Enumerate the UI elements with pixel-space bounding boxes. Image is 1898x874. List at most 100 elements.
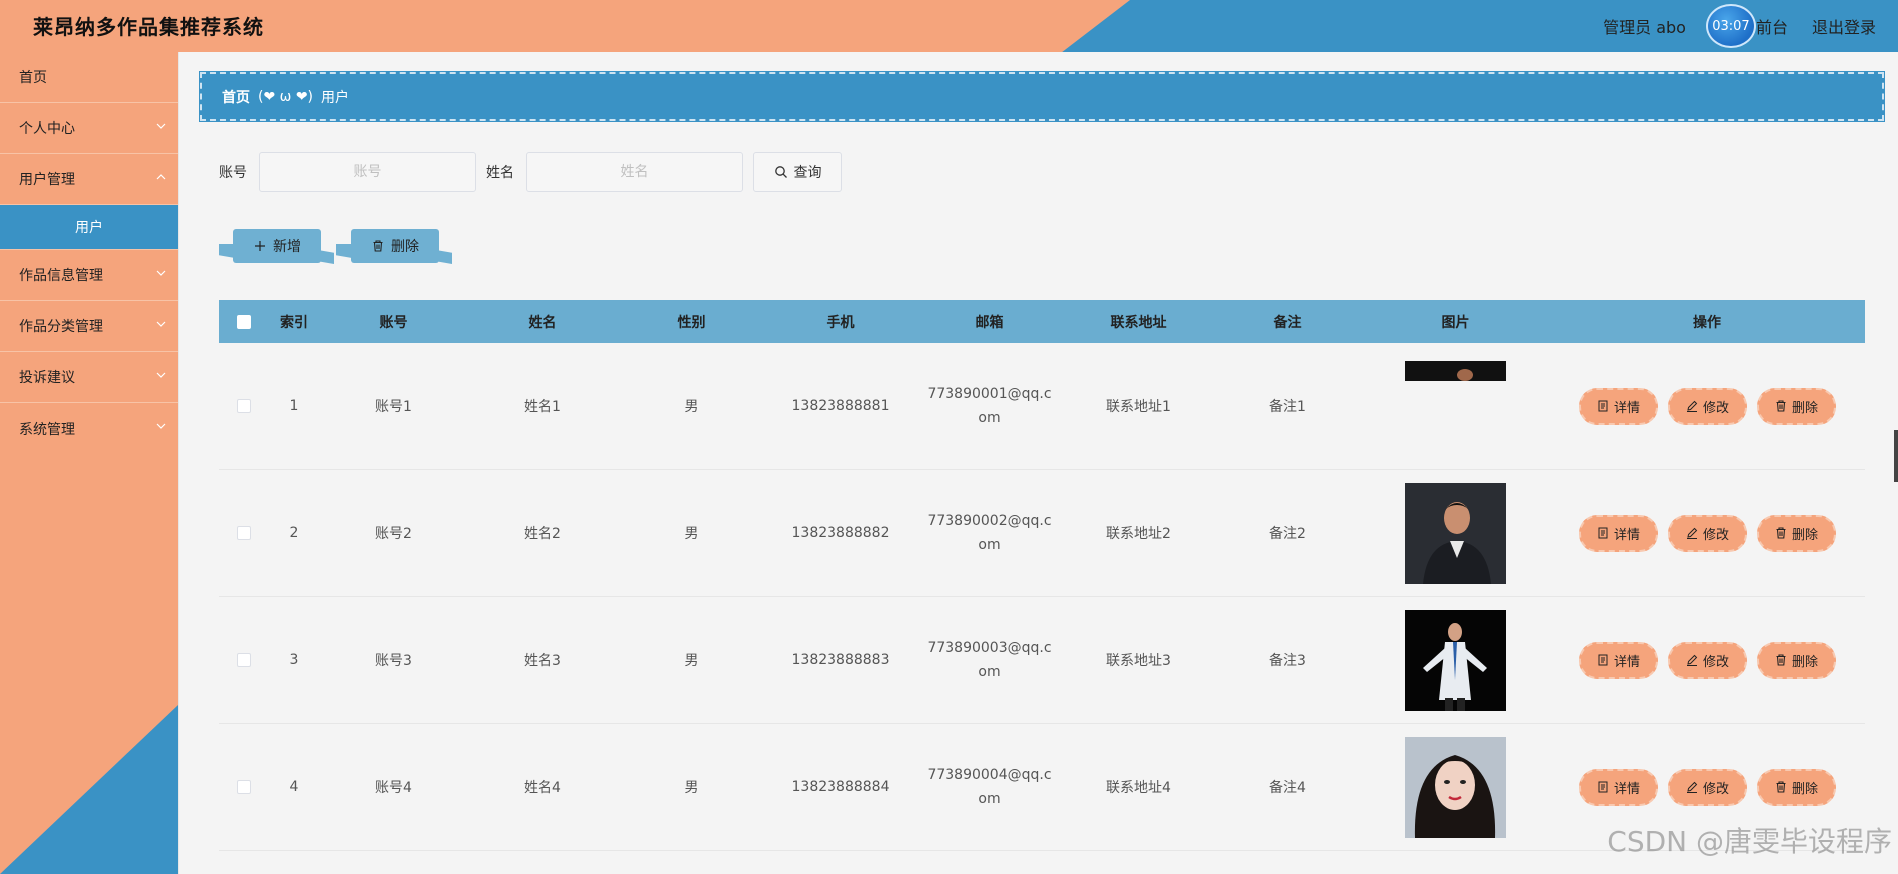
add-ribbon-end xyxy=(318,250,334,264)
edit-icon xyxy=(1686,654,1698,666)
plus-icon xyxy=(255,241,265,251)
row-checkbox[interactable] xyxy=(237,780,251,794)
cell-address: 联系地址4 xyxy=(1106,780,1171,796)
edit-label: 修改 xyxy=(1702,654,1729,670)
chevron-down-icon xyxy=(156,372,166,378)
cell-note: 备注4 xyxy=(1269,780,1306,796)
row-checkbox[interactable] xyxy=(237,653,251,667)
query-button-label: 查询 xyxy=(793,165,822,181)
user-photo xyxy=(1405,482,1506,584)
sidebar-corner-decoration xyxy=(0,704,178,874)
detail-label: 详情 xyxy=(1613,400,1640,416)
row-checkbox[interactable] xyxy=(237,526,251,540)
cell-sex: 男 xyxy=(684,399,699,415)
search-icon xyxy=(774,166,787,178)
cell-phone: 13823888881 xyxy=(791,398,890,414)
add-button-label: 新增 xyxy=(273,239,301,255)
cell-note: 备注2 xyxy=(1269,526,1306,542)
user-photo xyxy=(1405,736,1506,838)
detail-button[interactable]: 详情 xyxy=(1578,514,1658,552)
delete-button[interactable]: 删除 xyxy=(1756,768,1836,806)
detail-label: 详情 xyxy=(1613,654,1640,670)
col-header-account: 账号 xyxy=(379,314,408,331)
edit-icon xyxy=(1686,781,1698,793)
edit-button[interactable]: 修改 xyxy=(1667,514,1747,552)
chevron-up-icon xyxy=(156,174,166,180)
chevron-down-icon xyxy=(156,423,166,429)
delete-button[interactable]: 删除 xyxy=(1756,641,1836,679)
delete-ribbon-tail xyxy=(336,244,352,258)
delete-button[interactable]: 删除 xyxy=(1756,514,1836,552)
logout-link[interactable]: 退出登录 xyxy=(1812,14,1876,38)
name-search-input[interactable] xyxy=(526,152,743,192)
sidebar: 首页 个人中心 用户管理 用户 作品信息管理 作品分类管理 投诉建议 系统管理 xyxy=(0,52,179,874)
trash-icon xyxy=(1776,400,1786,412)
cell-email: 773890004@qq.com xyxy=(927,767,1052,807)
app-title: 莱昂纳多作品集推荐系统 xyxy=(33,15,264,39)
batch-delete-button-label: 删除 xyxy=(391,239,419,255)
delete-label: 删除 xyxy=(1791,400,1818,416)
scrollbar-handle[interactable] xyxy=(1894,430,1898,482)
cell-index: 1 xyxy=(289,398,299,414)
clock-badge: 03:07 xyxy=(1705,4,1756,48)
photo-placeholder-icon xyxy=(1405,360,1506,381)
sidebar-item-label: 首页 xyxy=(19,70,47,86)
detail-button[interactable]: 详情 xyxy=(1578,387,1658,425)
sidebar-item-home[interactable]: 首页 xyxy=(0,52,178,103)
cell-account: 账号4 xyxy=(375,780,412,796)
delete-button[interactable]: 删除 xyxy=(1756,387,1836,425)
add-button[interactable]: 新增 xyxy=(233,229,321,263)
delete-label: 删除 xyxy=(1791,527,1818,543)
trash-icon xyxy=(373,240,383,252)
cell-name: 姓名1 xyxy=(524,399,561,415)
delete-label: 删除 xyxy=(1791,654,1818,670)
col-header-ops: 操作 xyxy=(1693,314,1721,331)
account-search-input[interactable] xyxy=(259,152,476,192)
top-header: 莱昂纳多作品集推荐系统 管理员 abo 03:07 前台 退出登录 xyxy=(0,0,1898,52)
front-link[interactable]: 前台 xyxy=(1756,14,1788,38)
sidebar-item-label: 作品信息管理 xyxy=(19,268,103,284)
watermark: CSDN @唐雯毕设程序 xyxy=(1607,825,1892,858)
sidebar-item-user[interactable]: 用户 xyxy=(0,205,178,250)
edit-button[interactable]: 修改 xyxy=(1667,768,1747,806)
sidebar-item-personal-center[interactable]: 个人中心 xyxy=(0,103,178,154)
sidebar-item-work-category[interactable]: 作品分类管理 xyxy=(0,301,178,352)
cell-address: 联系地址2 xyxy=(1106,526,1171,542)
sidebar-item-label: 用户管理 xyxy=(19,172,75,188)
cell-index: 4 xyxy=(289,779,299,795)
select-all-checkbox[interactable] xyxy=(237,314,251,329)
edit-button[interactable]: 修改 xyxy=(1667,387,1747,425)
document-icon xyxy=(1598,654,1608,666)
account-label: 账号 xyxy=(219,165,247,181)
edit-label: 修改 xyxy=(1702,781,1729,797)
cell-name: 姓名3 xyxy=(524,653,561,669)
table-header: 索引 账号 姓名 性别 手机 邮箱 联系地址 备注 图片 操作 xyxy=(219,300,1865,343)
sidebar-item-label: 系统管理 xyxy=(19,421,75,438)
cell-name: 姓名2 xyxy=(524,526,561,542)
sidebar-item-label: 投诉建议 xyxy=(19,370,75,386)
cell-address: 联系地址3 xyxy=(1106,653,1171,669)
col-header-email: 邮箱 xyxy=(975,314,1004,331)
cell-index: 3 xyxy=(289,652,299,668)
sidebar-item-work-info[interactable]: 作品信息管理 xyxy=(0,250,178,301)
sidebar-item-user-management[interactable]: 用户管理 xyxy=(0,154,178,205)
table-row: 2 账号2 姓名2 男 13823888882 773890002@qq.com… xyxy=(219,470,1865,597)
cell-sex: 男 xyxy=(684,780,699,796)
breadcrumb-home[interactable]: 首页 xyxy=(222,87,250,107)
sidebar-item-complaints[interactable]: 投诉建议 xyxy=(0,352,178,403)
edit-button[interactable]: 修改 xyxy=(1667,641,1747,679)
cell-sex: 男 xyxy=(684,653,699,669)
breadcrumb-current: 用户 xyxy=(321,89,350,106)
sidebar-item-system[interactable]: 系统管理 xyxy=(0,403,178,454)
batch-delete-button[interactable]: 删除 xyxy=(351,229,439,263)
query-button[interactable]: 查询 xyxy=(753,152,842,192)
row-checkbox[interactable] xyxy=(237,399,251,413)
detail-button[interactable]: 详情 xyxy=(1578,768,1658,806)
cell-note: 备注1 xyxy=(1269,399,1306,415)
cell-email: 773890003@qq.com xyxy=(927,640,1052,680)
detail-button[interactable]: 详情 xyxy=(1578,641,1658,679)
document-icon xyxy=(1598,527,1608,539)
edit-label: 修改 xyxy=(1702,400,1729,416)
sidebar-item-label: 个人中心 xyxy=(19,121,75,137)
chevron-down-icon xyxy=(156,123,166,129)
